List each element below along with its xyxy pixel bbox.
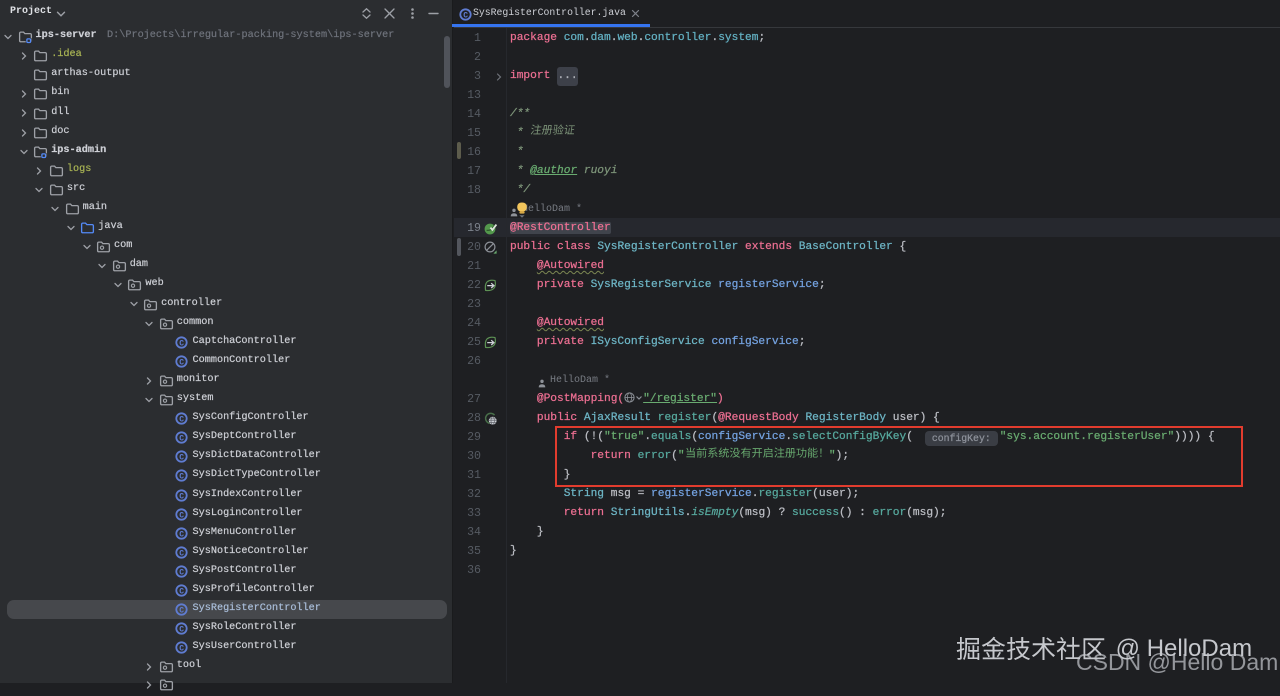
svg-text:C: C	[179, 435, 184, 444]
svg-text:C: C	[179, 473, 184, 482]
svg-text:C: C	[179, 454, 184, 463]
svg-text:C: C	[179, 530, 184, 539]
svg-text:C: C	[179, 339, 184, 348]
svg-text:C: C	[463, 11, 468, 20]
svg-text:C: C	[179, 415, 184, 424]
svg-text:C: C	[179, 606, 184, 615]
svg-text:C: C	[179, 511, 184, 520]
svg-text:C: C	[179, 626, 184, 635]
svg-text:C: C	[179, 645, 184, 654]
svg-text:C: C	[179, 568, 184, 577]
svg-text:C: C	[179, 587, 184, 596]
svg-text:C: C	[179, 549, 184, 558]
svg-text:C: C	[179, 492, 184, 501]
svg-text:C: C	[179, 358, 184, 367]
